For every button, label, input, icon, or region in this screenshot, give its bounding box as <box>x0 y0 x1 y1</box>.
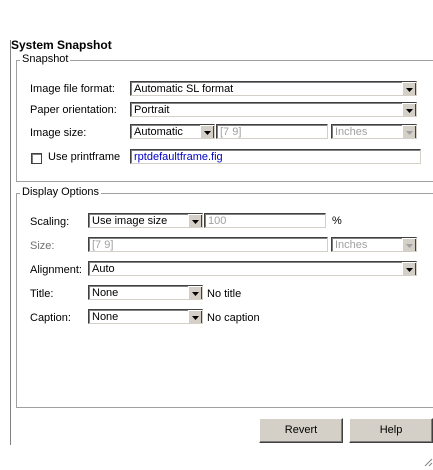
size-units-select[interactable]: Inches <box>331 237 417 252</box>
caption-select[interactable]: None <box>88 309 203 324</box>
chevron-down-icon[interactable] <box>402 125 416 138</box>
snapshot-legend: Snapshot <box>20 53 71 65</box>
image-size-label: Image size: <box>30 127 87 139</box>
chevron-down-icon[interactable] <box>200 125 214 138</box>
display-options-legend: Display Options <box>20 186 102 198</box>
chevron-down-icon[interactable] <box>402 82 416 95</box>
alignment-label: Alignment: <box>30 264 82 276</box>
image-size-units-value: Inches <box>335 126 368 138</box>
use-printframe-checkbox[interactable] <box>31 153 42 164</box>
title-select[interactable]: None <box>88 285 203 300</box>
image-format-label: Image file format: <box>30 83 115 95</box>
title-value: None <box>92 287 119 299</box>
image-format-value: Automatic SL format <box>134 83 234 95</box>
printframe-file-input[interactable]: rptdefaultframe.fig <box>130 149 421 164</box>
panel-left-border <box>10 40 11 445</box>
chevron-down-icon[interactable] <box>188 214 202 227</box>
size-label: Size: <box>30 240 55 252</box>
paper-orientation-label: Paper orientation: <box>30 104 117 116</box>
paper-orientation-value: Portrait <box>134 104 170 116</box>
alignment-value: Auto <box>92 263 115 275</box>
revert-button-label: Revert <box>284 424 318 436</box>
title-preview: No title <box>207 288 242 300</box>
page-title: System Snapshot <box>11 38 112 52</box>
image-size-mode-value: Automatic <box>134 126 183 138</box>
chevron-down-icon[interactable] <box>402 262 416 275</box>
resize-grip-icon[interactable] <box>424 458 433 467</box>
scaling-mode-select[interactable]: Use image size <box>88 213 203 228</box>
image-format-select[interactable]: Automatic SL format <box>130 81 417 96</box>
scaling-percent-input[interactable]: 100 <box>204 213 326 228</box>
size-units-value: Inches <box>335 239 368 251</box>
caption-label: Caption: <box>30 312 71 324</box>
caption-value: None <box>92 311 119 323</box>
paper-orientation-select[interactable]: Portrait <box>130 102 417 117</box>
image-size-input[interactable]: [7 9] <box>216 124 328 139</box>
caption-preview: No caption <box>207 312 260 324</box>
scaling-label: Scaling: <box>30 216 70 228</box>
image-size-mode-select[interactable]: Automatic <box>130 124 215 139</box>
scaling-mode-value: Use image size <box>92 215 168 227</box>
chevron-down-icon[interactable] <box>402 103 416 116</box>
scaling-unit-label: % <box>332 215 342 227</box>
image-size-units-select[interactable]: Inches <box>331 124 417 139</box>
chevron-down-icon[interactable] <box>188 286 202 299</box>
use-printframe-label: Use printframe <box>48 151 121 163</box>
title-label: Title: <box>30 288 54 300</box>
chevron-down-icon[interactable] <box>188 310 202 323</box>
alignment-select[interactable]: Auto <box>88 261 417 276</box>
size-input[interactable]: [7 9] <box>88 237 328 252</box>
help-button[interactable]: Help <box>349 418 433 443</box>
revert-button[interactable]: Revert <box>259 418 343 443</box>
chevron-down-icon[interactable] <box>402 238 416 251</box>
help-button-label: Help <box>379 424 403 436</box>
